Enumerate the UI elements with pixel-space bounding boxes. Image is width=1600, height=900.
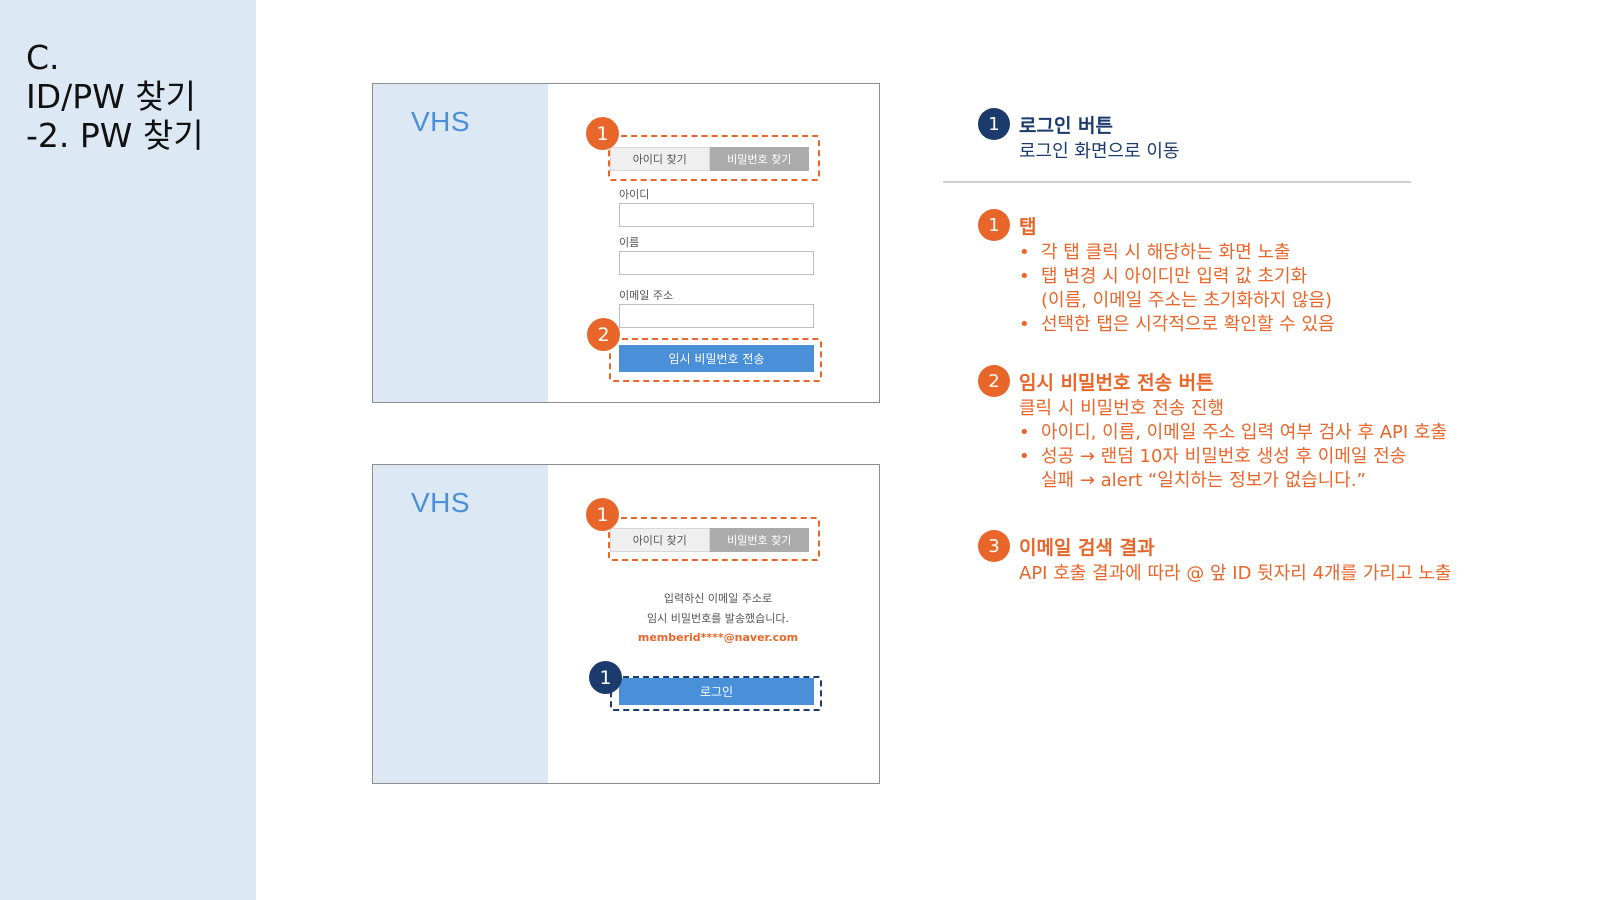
slide-title-line-1: C. — [26, 38, 60, 77]
send-button-highlight-box — [609, 338, 822, 382]
annotation-bullet-continuation: (이름, 이메일 주소는 초기화하지 않음) — [1041, 290, 1333, 311]
name-label: 이름 — [619, 236, 640, 249]
annotation-email-result: 3 이메일 검색 결과 API 호출 결과에 따라 @ 앞 ID 뒷자리 4개를… — [978, 530, 1451, 586]
annotation-number-badge: 2 — [978, 365, 1010, 397]
annotation-bullet: 아이디, 이름, 이메일 주소 입력 여부 검사 후 API 호출 — [1019, 421, 1447, 445]
slide-title-line-2: ID/PW 찾기 — [26, 77, 197, 116]
annotation-divider — [943, 181, 1411, 183]
tabs-highlight-box — [608, 517, 820, 561]
annotation-bullet: 각 탭 클릭 시 해당하는 화면 노출 — [1019, 241, 1335, 265]
masked-email-result: memberid****@naver.com — [637, 631, 799, 644]
sent-message-line-2: 임시 비밀번호를 발송했습니다. — [646, 612, 790, 625]
annotation-body: 각 탭 클릭 시 해당하는 화면 노출 탭 변경 시 아이디만 입력 값 초기화… — [1019, 241, 1335, 337]
tabs-callout-badge: 1 — [586, 498, 619, 531]
login-button-highlight-box — [610, 676, 822, 711]
id-input[interactable] — [619, 203, 814, 227]
annotation-bullet: 탭 변경 시 아이디만 입력 값 초기화 — [1019, 265, 1335, 289]
annotation-title: 탭 — [1019, 215, 1037, 238]
annotation-number-badge: 1 — [978, 108, 1010, 140]
annotation-desc: API 호출 결과에 따라 @ 앞 ID 뒷자리 4개를 가리고 노출 — [1019, 563, 1452, 584]
login-callout-badge: 1 — [589, 661, 622, 694]
tabs-callout-badge: 1 — [586, 117, 619, 150]
slide-title-line-3: -2. PW 찾기 — [26, 116, 204, 155]
sent-message-line-1: 입력하신 이메일 주소로 — [663, 592, 773, 605]
name-input[interactable] — [619, 251, 814, 275]
tabs-highlight-box — [608, 135, 820, 181]
annotation-number-badge: 3 — [978, 530, 1010, 562]
slide-sidebar: C. ID/PW 찾기 -2. PW 찾기 — [0, 0, 256, 900]
annotation-bullet-continuation: 실패 → alert “일치하는 정보가 없습니다.” — [1041, 470, 1366, 491]
annotation-send-button: 2 임시 비밀번호 전송 버튼 클릭 시 비밀번호 전송 진행 아이디, 이름,… — [978, 365, 1447, 493]
annotation-tab: 1 탭 각 탭 클릭 시 해당하는 화면 노출 탭 변경 시 아이디만 입력 값… — [978, 209, 1335, 337]
mockup-side-panel: VHS — [373, 84, 548, 402]
annotation-title: 로그인 버튼 — [1019, 114, 1114, 137]
mockup-side-panel: VHS — [373, 465, 548, 783]
annotation-bullet: 성공 → 랜덤 10자 비밀번호 생성 후 이메일 전송 — [1019, 445, 1447, 469]
slide-title: C. ID/PW 찾기 -2. PW 찾기 — [26, 38, 204, 155]
annotation-desc: 로그인 화면으로 이동 — [1019, 141, 1180, 162]
pw-find-form-mockup: VHS 아이디 찾기 비밀번호 찾기 1 아이디 이름 이메일 주소 임시 비밀… — [372, 83, 880, 403]
send-callout-badge: 2 — [587, 318, 620, 351]
pw-sent-result-mockup: VHS 아이디 찾기 비밀번호 찾기 1 입력하신 이메일 주소로 임시 비밀번… — [372, 464, 880, 784]
annotation-login-button: 1 로그인 버튼 로그인 화면으로 이동 — [978, 108, 1179, 164]
vhs-logo: VHS — [411, 487, 471, 518]
vhs-logo: VHS — [411, 106, 471, 137]
annotation-bullet: 선택한 탭은 시각적으로 확인할 수 있음 — [1019, 313, 1335, 337]
annotation-title: 이메일 검색 결과 — [1019, 536, 1155, 559]
annotation-desc: 클릭 시 비밀번호 전송 진행 — [1019, 398, 1225, 419]
annotation-number-badge: 1 — [978, 209, 1010, 241]
email-label: 이메일 주소 — [619, 289, 674, 302]
annotation-body: 클릭 시 비밀번호 전송 진행 아이디, 이름, 이메일 주소 입력 여부 검사… — [1019, 397, 1447, 493]
annotation-title: 임시 비밀번호 전송 버튼 — [1019, 371, 1214, 394]
email-input[interactable] — [619, 304, 814, 328]
id-label: 아이디 — [619, 188, 650, 201]
